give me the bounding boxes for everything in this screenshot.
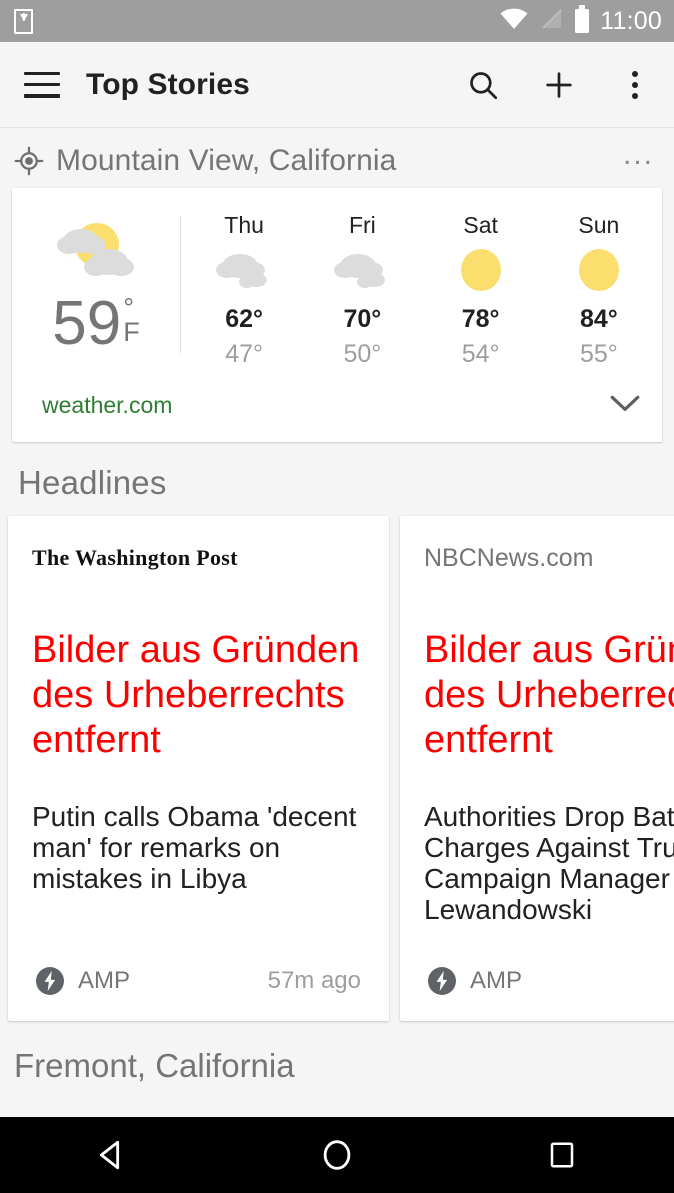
weather-card-footer: weather.com <box>12 377 662 442</box>
forecast-day-label: Thu <box>224 212 264 239</box>
current-temp-value: 59 <box>52 293 121 355</box>
forecast-day: Sat 78° 54° <box>422 204 540 369</box>
location-overflow-button[interactable]: ... <box>623 149 654 173</box>
news-headline[interactable]: Putin calls Obama 'decent man' for remar… <box>32 801 365 894</box>
headlines-card-row[interactable]: The Washington Post Bilder aus Gründen d… <box>0 516 674 1021</box>
status-bar-left <box>14 9 33 34</box>
weather-card[interactable]: 59 ° F Thu <box>12 188 662 442</box>
news-card[interactable]: The Washington Post Bilder aus Gründen d… <box>8 516 389 1021</box>
recents-square-icon[interactable] <box>517 1117 607 1193</box>
current-temperature: 59 ° F <box>52 293 139 355</box>
status-bar-right: 11:00 <box>499 7 662 36</box>
kebab-menu-icon[interactable] <box>618 68 652 102</box>
publisher-name: NBCNews.com <box>424 538 674 578</box>
weather-main-row: 59 ° F Thu <box>12 188 662 377</box>
cloudy-icon <box>213 239 275 301</box>
phone-screen: 11:00 Top Stories <box>0 0 674 1193</box>
amp-bolt-icon <box>36 967 64 995</box>
my-location-icon <box>14 146 44 176</box>
news-card[interactable]: NBCNews.com Bilder aus Gründen des Urheb… <box>400 516 674 1021</box>
forecast-high: 84° <box>580 305 618 334</box>
status-bar-clock: 11:00 <box>600 9 662 34</box>
chevron-down-icon[interactable] <box>608 391 642 420</box>
forecast-high: 70° <box>343 305 381 334</box>
forecast-high: 62° <box>225 305 263 334</box>
cloudy-icon <box>331 239 393 301</box>
current-conditions: 59 ° F <box>12 204 180 369</box>
forecast-days: Thu <box>181 204 662 369</box>
forecast-low: 54° <box>462 340 500 369</box>
hamburger-menu-icon[interactable] <box>24 72 60 98</box>
sunny-icon <box>568 239 630 301</box>
plus-icon[interactable] <box>542 68 576 102</box>
amp-label: AMP <box>470 967 522 995</box>
news-card-footer: AMP 57m ago <box>32 953 365 1021</box>
temperature-unit: F <box>123 319 140 345</box>
download-notification-icon <box>14 9 33 34</box>
app-bar: Top Stories <box>0 42 674 128</box>
degree-symbol: ° <box>123 297 134 319</box>
news-headline[interactable]: Authorities Drop Batte Charges Against T… <box>424 801 674 925</box>
forecast-low: 50° <box>343 340 381 369</box>
forecast-day-label: Sat <box>463 212 498 239</box>
forecast-day-label: Sun <box>578 212 619 239</box>
location-header: Mountain View, California ... <box>0 128 674 188</box>
image-placeholder-text: Bilder aus Gründen des Urheberrechts ent… <box>32 628 365 763</box>
amp-badge: AMP <box>428 967 522 995</box>
amp-bolt-icon <box>428 967 456 995</box>
weather-source-link[interactable]: weather.com <box>42 392 172 419</box>
no-sim-signal-icon <box>540 7 564 36</box>
image-placeholder-text: Bilder aus Gründen des Urheberrechts ent… <box>424 628 674 763</box>
forecast-day: Sun 84° 55° <box>540 204 658 369</box>
next-section-title: Fremont, California <box>0 1021 674 1085</box>
sunny-icon <box>450 239 512 301</box>
news-timestamp: 57m ago <box>268 967 365 995</box>
partly-cloudy-icon <box>53 218 139 287</box>
page-title: Top Stories <box>86 68 250 102</box>
location-name: Mountain View, California <box>56 144 396 178</box>
search-icon[interactable] <box>466 68 500 102</box>
app-bar-actions <box>466 68 652 102</box>
wifi-icon <box>499 7 529 36</box>
back-triangle-icon[interactable] <box>67 1117 157 1193</box>
android-nav-bar <box>0 1117 674 1193</box>
amp-badge: AMP <box>36 967 130 995</box>
feed-scroll-area[interactable]: Mountain View, California ... <box>0 128 674 1117</box>
forecast-low: 47° <box>225 340 263 369</box>
forecast-day: Fri <box>303 204 421 369</box>
forecast-day-label: Fri <box>349 212 376 239</box>
status-bar: 11:00 <box>0 0 674 42</box>
forecast-low: 55° <box>580 340 618 369</box>
forecast-high: 78° <box>462 305 500 334</box>
headlines-section-title: Headlines <box>0 442 674 516</box>
amp-label: AMP <box>78 967 130 995</box>
forecast-day: Thu <box>185 204 303 369</box>
home-circle-icon[interactable] <box>292 1117 382 1193</box>
battery-full-icon <box>575 9 589 33</box>
news-card-footer: AMP <box>424 953 674 1021</box>
publisher-name: The Washington Post <box>32 538 365 578</box>
